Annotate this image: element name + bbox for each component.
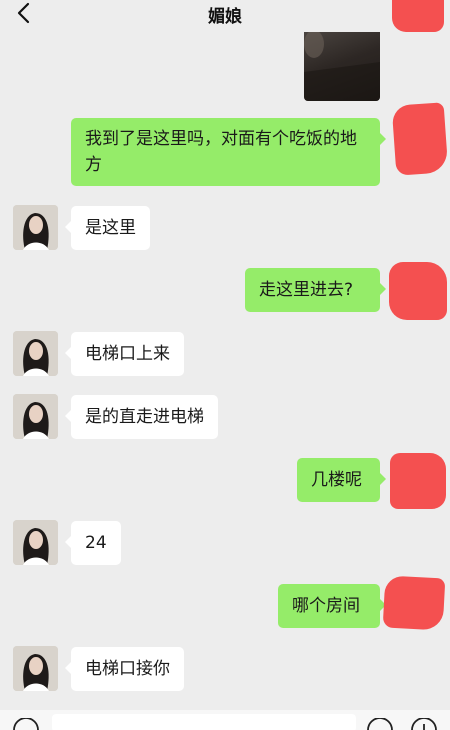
- avatar[interactable]: [13, 520, 58, 565]
- message-text: 哪个房间: [292, 596, 360, 616]
- emoji-icon[interactable]: [366, 718, 394, 730]
- redacted-avatar: [389, 262, 447, 320]
- message-bubble-outgoing[interactable]: 我到了是这里吗，对面有个吃饭的地方: [71, 118, 386, 186]
- redacted-avatar: [382, 575, 446, 631]
- message-text: 是这里: [85, 218, 136, 238]
- message-bubble-outgoing[interactable]: 哪个房间: [278, 584, 386, 628]
- message-bubble-incoming[interactable]: 电梯口上来: [65, 332, 184, 376]
- message-bubble-incoming[interactable]: 是这里: [65, 206, 150, 250]
- message-input[interactable]: [52, 714, 356, 730]
- avatar-photo: [13, 520, 58, 565]
- chat-title: 媚娘: [208, 7, 242, 27]
- message-bubble-incoming[interactable]: 是的直走进电梯: [65, 395, 218, 439]
- message-text: 几楼呢: [311, 470, 362, 490]
- voice-icon[interactable]: [12, 718, 40, 730]
- avatar-photo: [13, 205, 58, 250]
- avatar[interactable]: [13, 331, 58, 376]
- message-bubble-outgoing[interactable]: 走这里进去?: [245, 268, 386, 312]
- message-text: 电梯口接你: [85, 659, 170, 679]
- avatar-photo: [13, 646, 58, 691]
- message-text: 24: [85, 533, 107, 553]
- avatar-photo: [13, 331, 58, 376]
- redacted-avatar: [391, 102, 449, 176]
- redacted-avatar: [392, 0, 444, 32]
- message-text: 电梯口上来: [85, 344, 170, 364]
- message-bubble-incoming[interactable]: 电梯口接你: [65, 647, 184, 691]
- redacted-avatar: [390, 453, 446, 509]
- message-text: 我到了是这里吗，对面有个吃饭的地方: [85, 129, 357, 175]
- message-text: 是的直走进电梯: [85, 407, 204, 427]
- avatar-photo: [13, 394, 58, 439]
- image-message[interactable]: [304, 32, 380, 101]
- message-bubble-incoming[interactable]: 24: [65, 521, 121, 565]
- plus-icon[interactable]: [410, 718, 438, 730]
- avatar[interactable]: [13, 205, 58, 250]
- input-bar: [0, 710, 450, 730]
- nav-bar: 媚娘: [0, 0, 450, 32]
- message-bubble-outgoing[interactable]: 几楼呢: [297, 458, 386, 502]
- photo-content: [304, 32, 380, 101]
- message-text: 走这里进去?: [259, 280, 354, 300]
- avatar[interactable]: [13, 394, 58, 439]
- avatar[interactable]: [13, 646, 58, 691]
